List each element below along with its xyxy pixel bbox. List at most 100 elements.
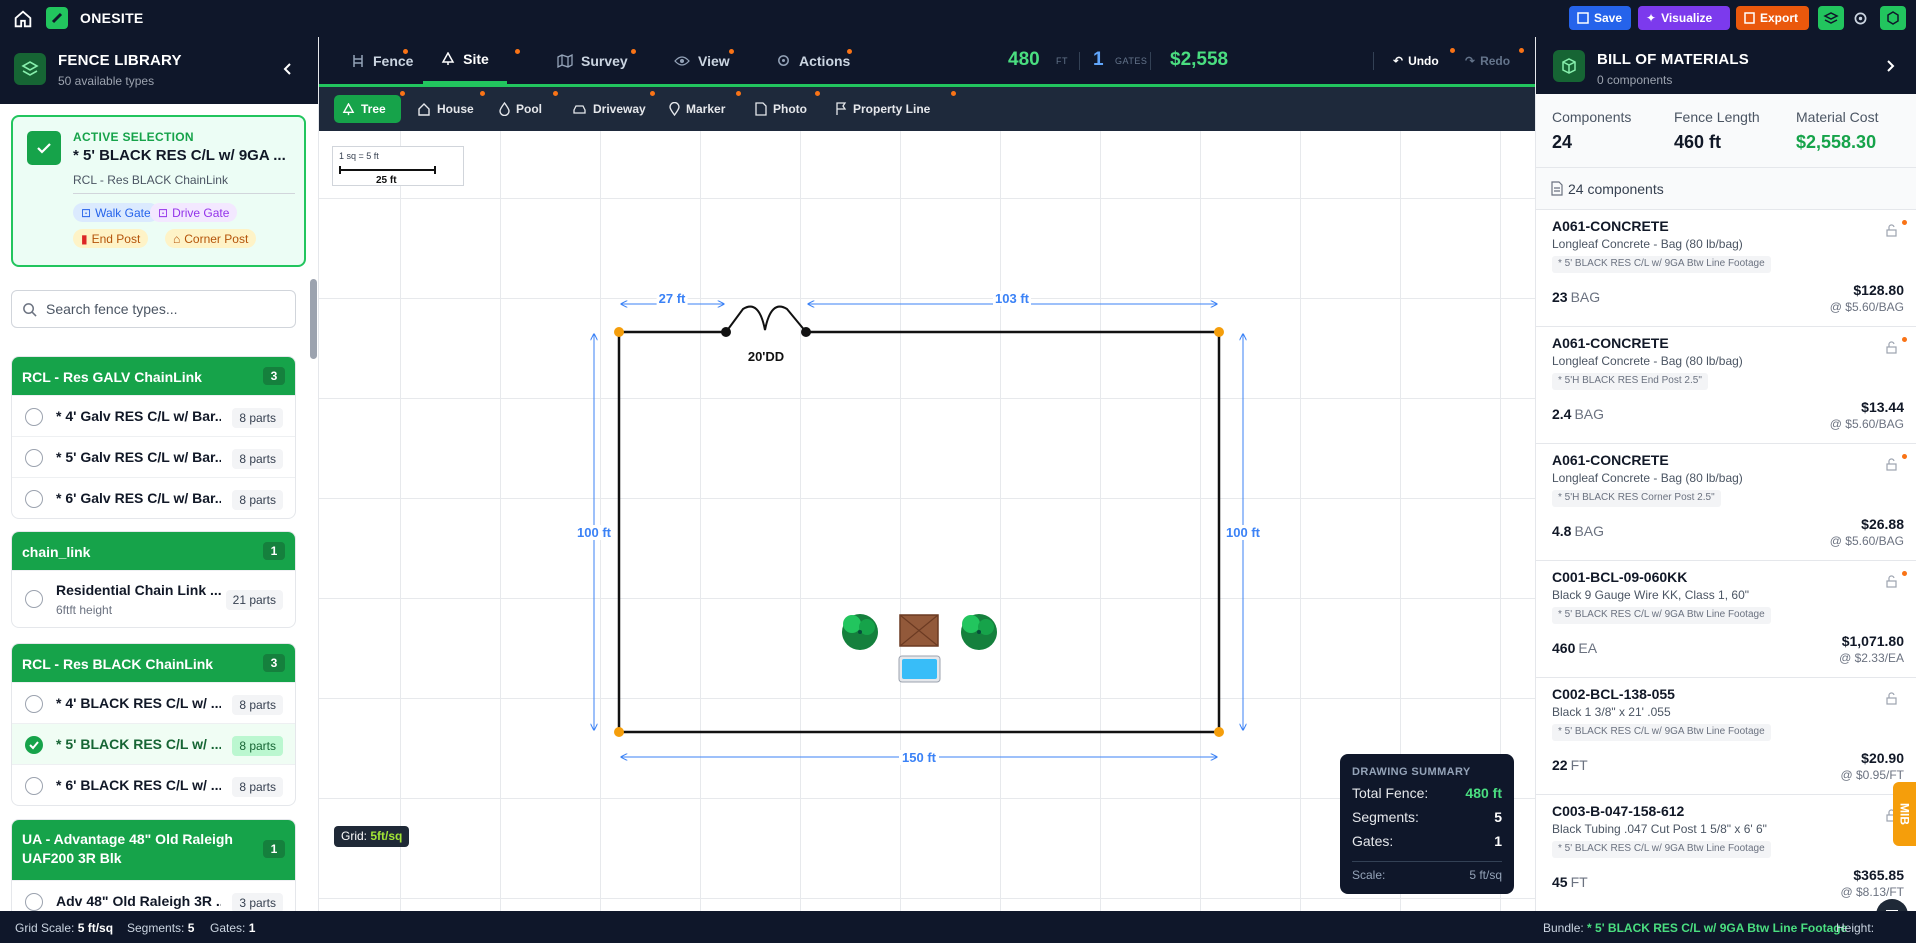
layers-button[interactable] [1818,6,1844,30]
package-button[interactable] [1880,6,1906,30]
radio-button[interactable] [25,777,43,795]
tab-fence[interactable]: Fence [351,37,413,84]
group-name: chain_link [22,544,91,560]
tool-tree[interactable]: Tree [334,95,401,123]
radio-button[interactable] [25,449,43,467]
bom-line-item[interactable]: A061-CONCRETE Longleaf Concrete - Bag (8… [1536,444,1916,561]
fence-type-row[interactable]: Adv 48" Old Raleigh 3R ... 3 parts [12,880,295,911]
unlock-icon[interactable] [1886,692,1897,705]
corner-vertex[interactable] [1214,727,1224,737]
tab-view[interactable]: View [674,37,730,84]
redo-button[interactable]: ↷ Redo [1465,37,1510,84]
gate-post[interactable] [721,327,731,337]
droplet-icon [499,102,510,116]
tab-actions[interactable]: Actions [776,37,850,84]
tool-marker[interactable]: Marker [661,95,733,123]
group-header[interactable]: RCL - Res GALV ChainLink 3 [12,357,295,395]
bom-line-item[interactable]: C003-B-047-158-612 Black Tubing .047 Cut… [1536,795,1916,911]
parts-badge: 3 parts [232,893,283,911]
item-unit-price: @ $5.60/BAG [1829,300,1904,314]
site-canvas[interactable]: 1 sq = 5 ft 25 ft 27 ft 103 ft 100 ft 10… [319,131,1535,911]
chevron-right-icon[interactable] [1883,59,1897,73]
tool-photo[interactable]: Photo [747,95,815,123]
tab-survey[interactable]: Survey [557,37,628,84]
active-selection-card: ACTIVE SELECTION * 5' BLACK RES C/L w/ 9… [11,115,306,267]
corner-vertex[interactable] [1214,327,1224,337]
redo-icon: ↷ [1465,53,1476,68]
home-icon[interactable] [12,8,34,30]
unlock-icon[interactable] [1886,224,1897,237]
notification-dot [403,49,408,54]
save-button[interactable]: Save [1569,6,1631,30]
gate-post[interactable] [801,327,811,337]
group-header[interactable]: chain_link 1 [12,532,295,570]
stack-icon [14,53,46,85]
document-icon [1551,181,1563,196]
main-tabs: Fence Site Survey View Actions 480 FT 1 … [319,37,1535,84]
radio-button[interactable] [25,893,43,911]
corner-vertex[interactable] [614,727,624,737]
fence-type-row[interactable]: * 4' BLACK RES C/L w/ ... 8 parts [12,682,295,723]
undo-button[interactable]: ↶ Undo [1393,37,1439,84]
lock-icon: ⊡ [158,205,169,220]
group-header[interactable]: UA - Advantage 48" Old Raleigh UAF200 3R … [12,820,295,880]
bom-line-item[interactable]: A061-CONCRETE Longleaf Concrete - Bag (8… [1536,210,1916,327]
chevron-left-icon[interactable] [280,61,296,77]
fence-type-row[interactable]: * 4' Galv RES C/L w/ Bar... 8 parts [12,395,295,436]
tab-site[interactable]: Site [423,37,507,84]
radio-button[interactable] [25,490,43,508]
mib-side-tab[interactable]: MIB [1893,782,1916,846]
tool-property-line[interactable]: Property Line [827,95,938,123]
radio-button-checked[interactable] [25,736,43,754]
fence-type-row[interactable]: * 5' Galv RES C/L w/ Bar... 8 parts [12,436,295,477]
search-input[interactable] [46,299,286,319]
bom-line-item[interactable]: C001-BCL-09-060KK Black 9 Gauge Wire KK,… [1536,561,1916,678]
radio-button[interactable] [25,590,43,608]
visualize-button[interactable]: ✦ Visualize [1638,6,1730,30]
group-header[interactable]: RCL - Res BLACK ChainLink 3 [12,644,295,682]
gear-icon[interactable] [1852,10,1869,27]
item-quantity: 22 FT [1552,757,1588,773]
fence-group: RCL - Res GALV ChainLink 3 * 4' Galv RES … [11,356,296,519]
unlock-icon[interactable] [1886,458,1897,471]
item-code: A061-CONCRETE [1552,335,1669,351]
fence-type-row[interactable]: * 6' BLACK RES C/L w/ ... 8 parts [12,764,295,805]
export-button[interactable]: Export [1736,6,1809,30]
item-qty: 2.4 [1552,406,1572,422]
bom-line-item[interactable]: A061-CONCRETE Longleaf Concrete - Bag (8… [1536,327,1916,444]
item-unit-price: @ $2.33/EA [1839,651,1904,665]
tool-house[interactable]: House [409,95,482,123]
tree-icon[interactable] [842,614,878,650]
bom-line-item[interactable]: C002-BCL-138-055 Black 1 3/8" x 21' .055… [1536,678,1916,795]
radio-button[interactable] [25,695,43,713]
tab-actions-label: Actions [799,52,851,69]
item-qty: 23 [1552,289,1568,305]
item-tag: * 5' BLACK RES C/L w/ 9GA Btw Line Foota… [1552,607,1771,624]
group-count: 3 [263,654,285,672]
item-unit: FT [1570,874,1588,890]
radio-button[interactable] [25,408,43,426]
tool-pool[interactable]: Pool [491,95,550,123]
fence-type-row[interactable]: * 6' Galv RES C/L w/ Bar... 8 parts [12,477,295,518]
item-description: Black 9 Gauge Wire KK, Class 1, 60" [1552,588,1750,602]
item-price: $20.90 [1861,750,1904,766]
house-icon[interactable] [899,614,939,647]
pool-icon[interactable] [898,655,941,683]
app-logo-icon[interactable] [46,7,68,29]
fence-type-row-selected[interactable]: * 5' BLACK RES C/L w/ ... 8 parts [12,723,295,764]
undo-label: Undo [1408,53,1439,68]
active-selection-label: ACTIVE SELECTION [73,130,194,144]
item-quantity: 460 EA [1552,640,1597,656]
library-scrollbar[interactable] [310,279,317,359]
item-tag: * 5' BLACK RES C/L w/ 9GA Btw Line Foota… [1552,724,1771,741]
components-count-row: 24 components [1536,168,1916,210]
tree-icon[interactable] [961,614,997,650]
unlock-icon[interactable] [1886,575,1897,588]
unlock-icon[interactable] [1886,341,1897,354]
double-drive-gate[interactable] [725,305,807,333]
fence-type-row[interactable]: Residential Chain Link ... 6ftft height 21… [12,570,295,627]
tool-driveway[interactable]: Driveway [564,95,654,123]
dimension-label: 150 ft [899,750,939,765]
lock-icon: ⊡ [81,205,92,220]
corner-vertex[interactable] [614,327,624,337]
